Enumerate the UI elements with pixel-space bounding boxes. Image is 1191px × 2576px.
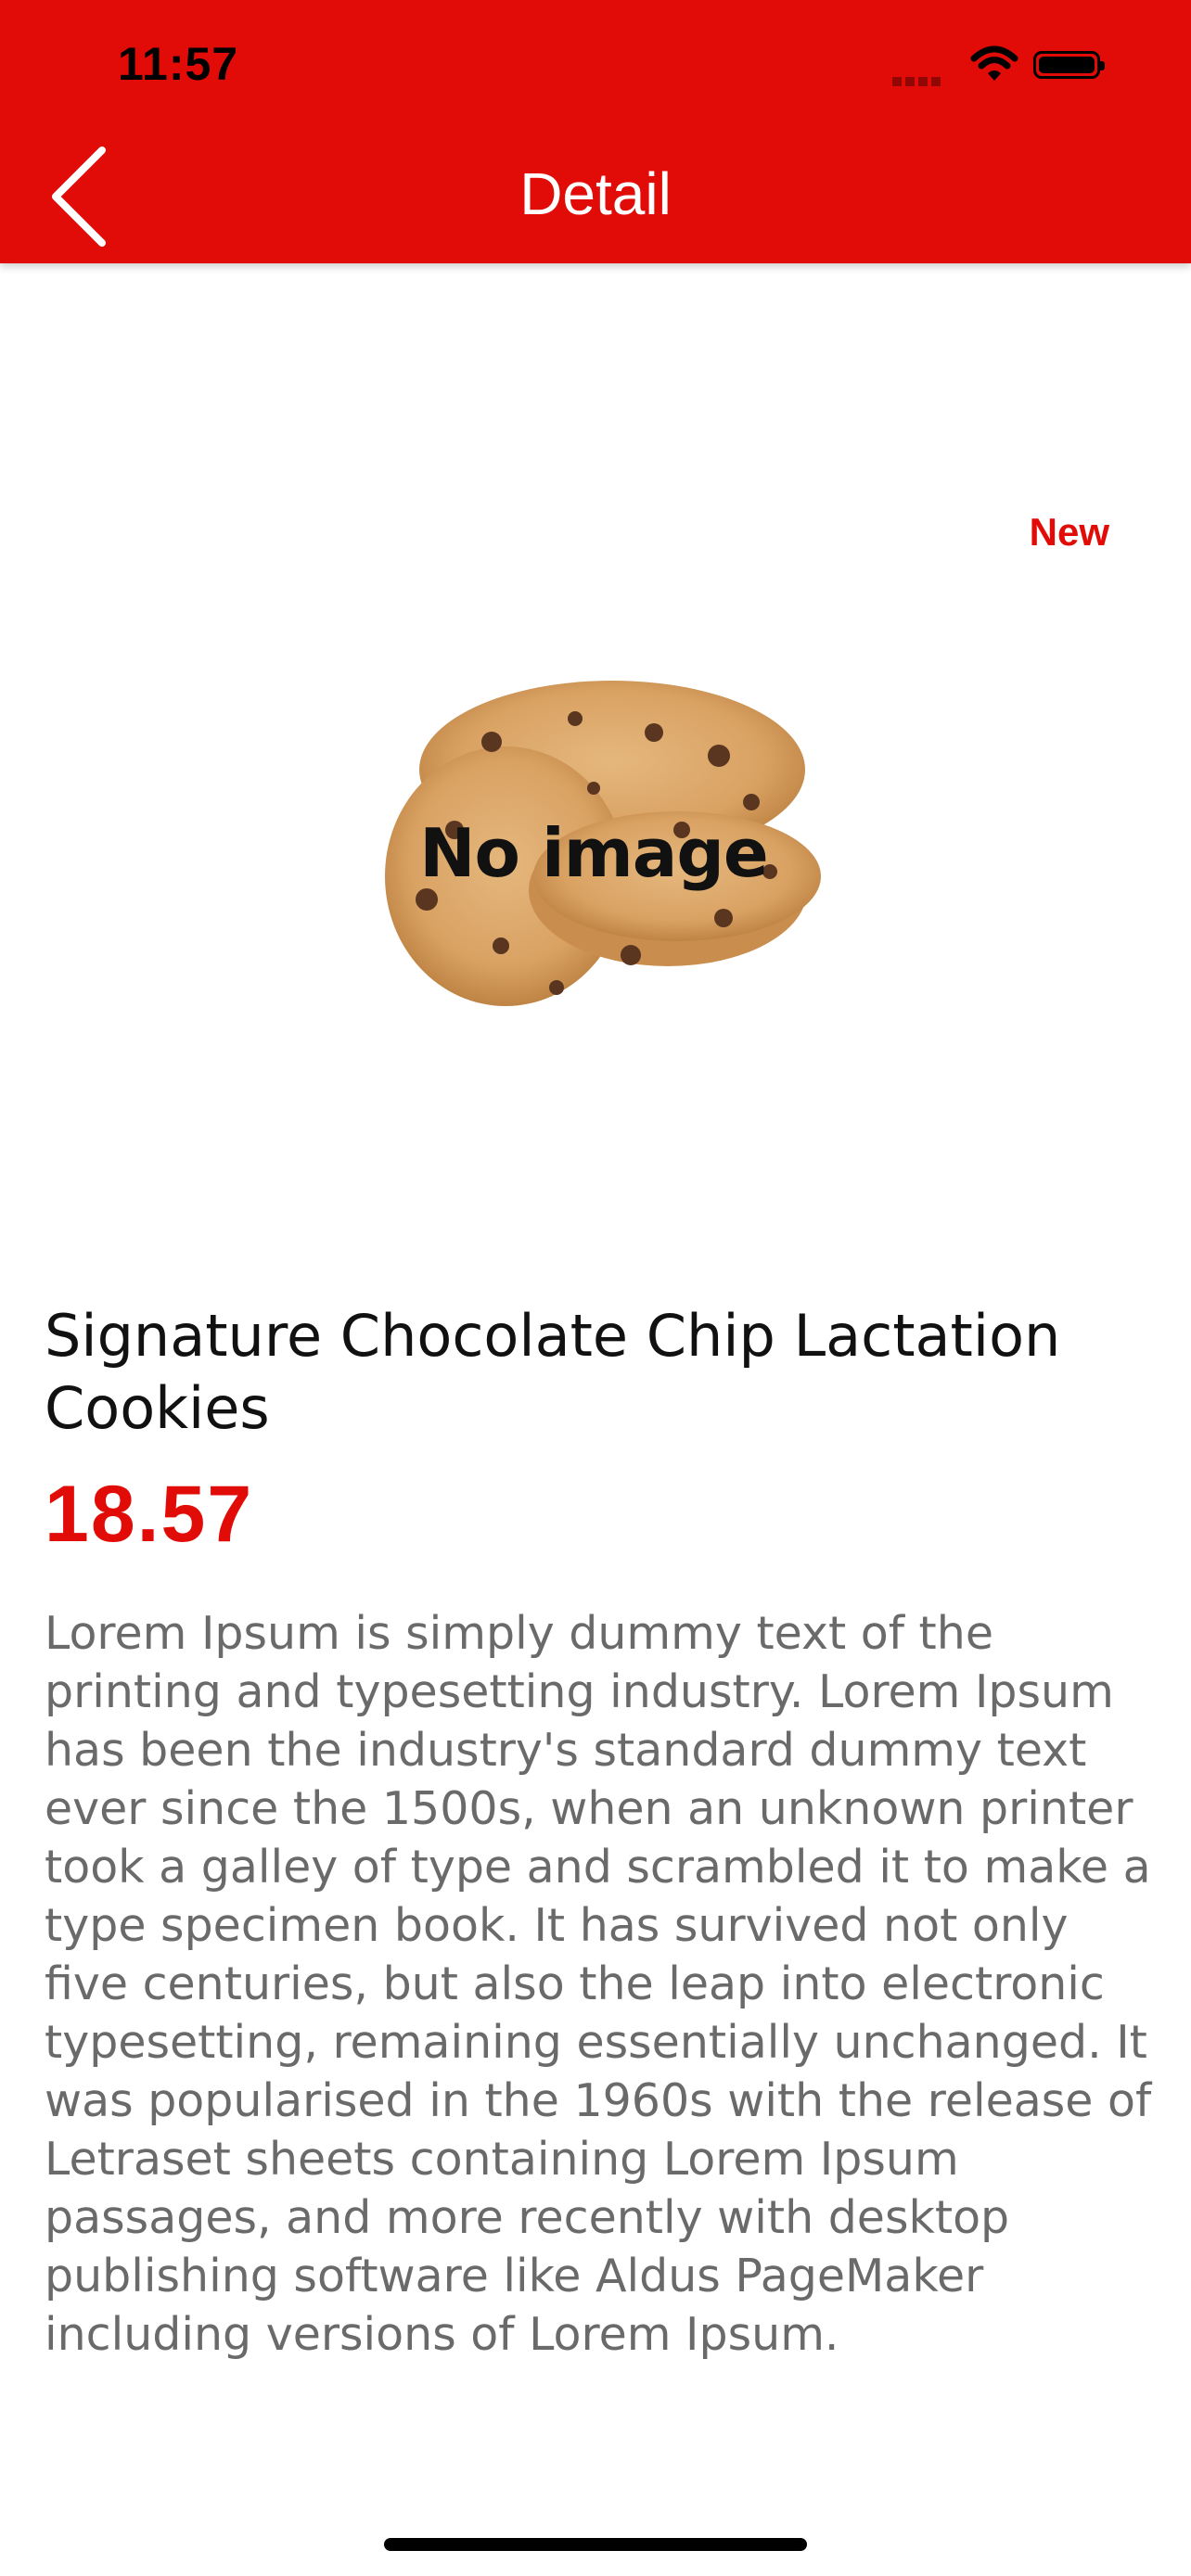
status-icons <box>892 42 1115 94</box>
status-time: 11:57 <box>118 38 239 90</box>
battery-icon <box>1033 51 1105 79</box>
home-indicator[interactable] <box>384 2538 807 2551</box>
product-image: No image <box>362 668 826 1020</box>
wifi-icon <box>970 45 1018 81</box>
app-bar: 11:57 Detail <box>0 0 1191 263</box>
product-price: 18.57 <box>45 1470 254 1559</box>
signal-icon <box>892 77 948 86</box>
page-title: Detail <box>519 160 672 227</box>
no-image-label: No image <box>419 814 768 892</box>
product-name: Signature Chocolate Chip Lactation Cooki… <box>45 1302 1061 1442</box>
new-badge: New <box>1029 510 1109 554</box>
product-description: Lorem Ipsum is simply dummy text of the … <box>45 1607 1152 2361</box>
